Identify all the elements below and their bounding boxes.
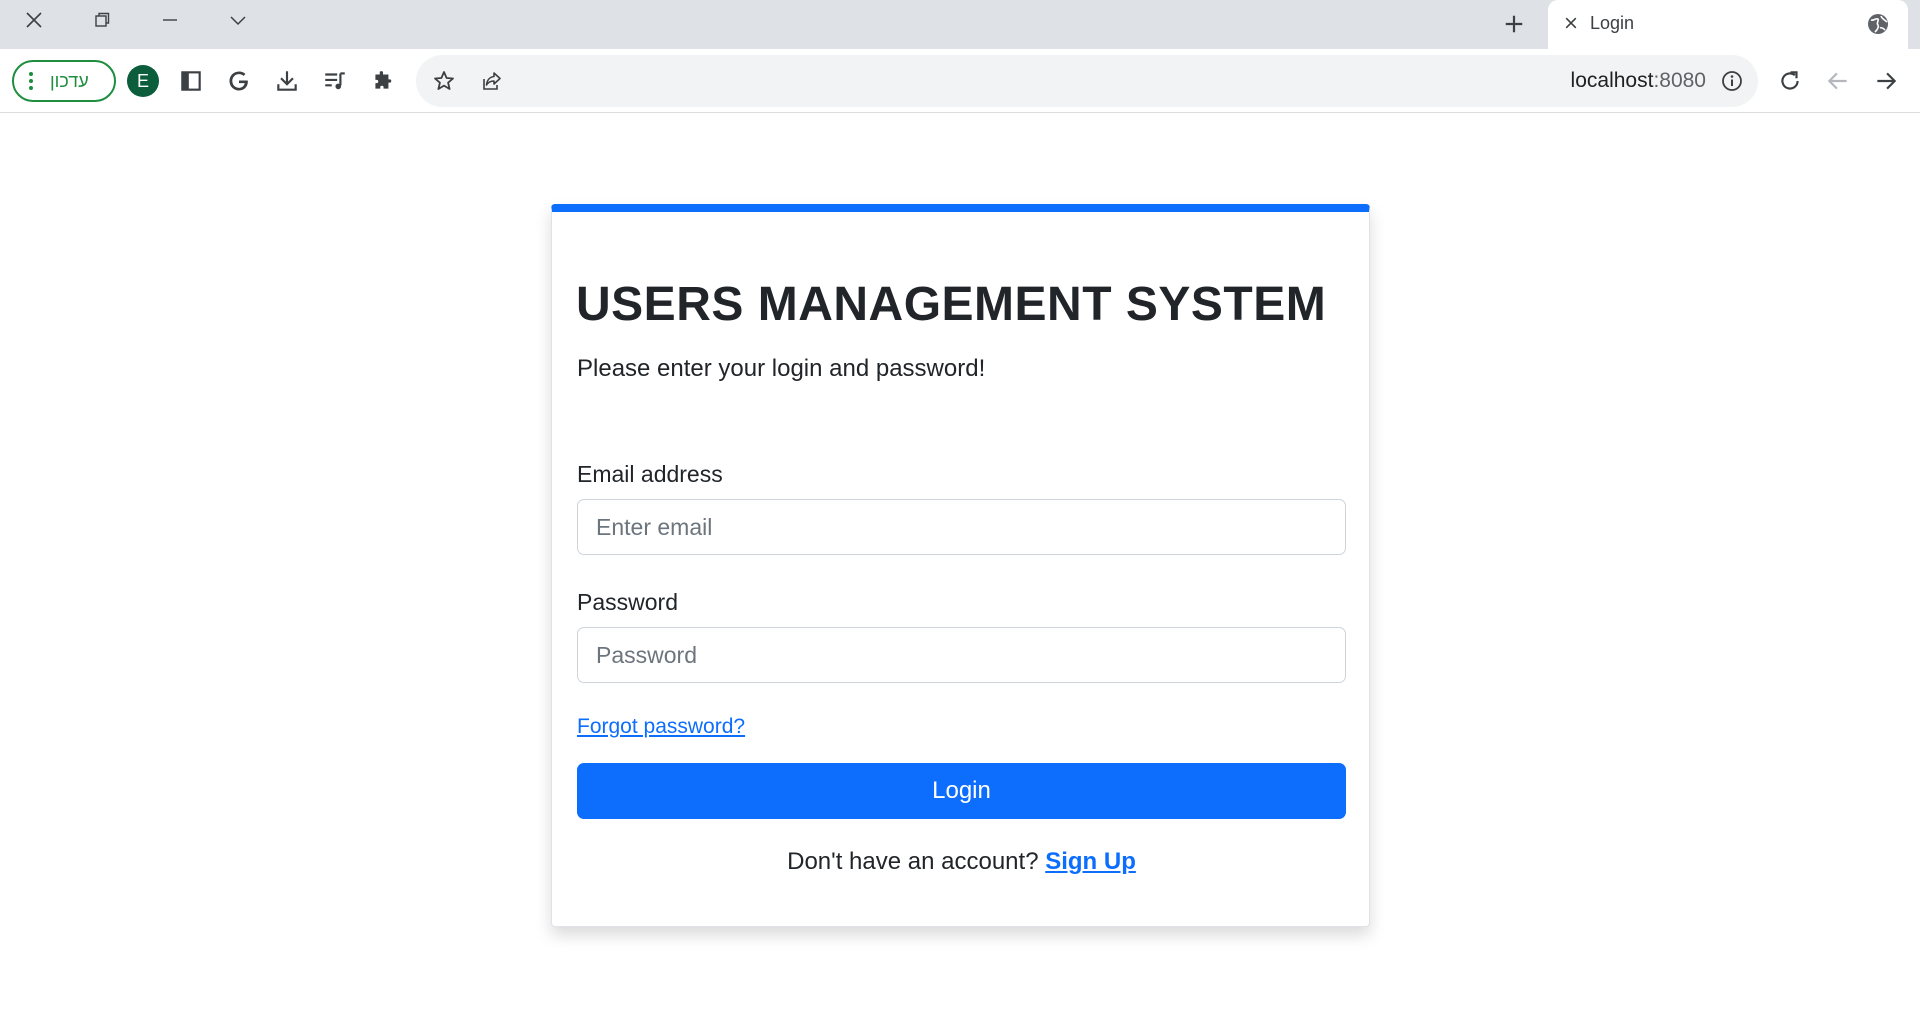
forgot-password-link[interactable]: Forgot password? (577, 715, 745, 739)
globe-icon (1866, 12, 1890, 36)
reading-list-icon (325, 72, 345, 90)
profile-avatar[interactable]: E (127, 65, 159, 97)
signup-prompt-text: Don't have an account? (787, 848, 1039, 875)
login-card: USERS MANAGEMENT SYSTEM Please enter you… (551, 204, 1370, 927)
reading-list-button[interactable] (319, 65, 351, 97)
new-tab-button[interactable] (1496, 8, 1532, 40)
signup-link[interactable]: Sign Up (1045, 848, 1136, 875)
extensions-icon (375, 71, 392, 89)
tab-search-button[interactable] (204, 0, 272, 40)
back-icon (1827, 72, 1847, 90)
tab-close-button[interactable] (1560, 12, 1582, 34)
share-button[interactable] (478, 67, 506, 95)
bookmark-star-icon (434, 71, 454, 90)
page-title: USERS MANAGEMENT SYSTEM (576, 278, 1327, 331)
address-bar[interactable]: localhost:8080 (416, 55, 1758, 107)
minimize-icon (163, 19, 177, 21)
forward-button[interactable] (1870, 65, 1902, 97)
download-icon (277, 71, 297, 91)
restore-icon (95, 12, 110, 27)
extensions-button[interactable] (367, 65, 399, 97)
bookmark-button[interactable] (430, 67, 458, 95)
login-button[interactable]: Login (577, 763, 1346, 819)
google-button[interactable] (223, 65, 255, 97)
password-field[interactable] (577, 627, 1346, 683)
update-button[interactable]: עדכון (12, 60, 116, 102)
site-info-icon (1722, 71, 1742, 91)
tab-search-icon (230, 16, 246, 26)
back-button[interactable] (1822, 65, 1854, 97)
site-info-button[interactable] (1718, 67, 1746, 95)
forward-icon (1877, 72, 1897, 90)
more-menu-icon (28, 72, 34, 90)
reload-button[interactable] (1774, 65, 1806, 97)
plus-icon (1505, 15, 1523, 33)
side-panel-button[interactable] (175, 65, 207, 97)
close-icon (26, 12, 42, 28)
restore-window-button[interactable] (68, 0, 136, 40)
url-text[interactable]: localhost:8080 (1571, 69, 1706, 93)
close-icon (1565, 17, 1577, 29)
browser-tabstrip: Login (0, 0, 1920, 49)
active-tab[interactable]: Login (1548, 0, 1908, 49)
browser-toolbar: עדכון E localhost:8080 (0, 49, 1920, 113)
minimize-window-button[interactable] (136, 0, 204, 40)
google-icon (229, 71, 248, 91)
url-port: :8080 (1653, 69, 1706, 92)
signup-prompt: Don't have an account? Sign Up (552, 848, 1371, 876)
email-label: Email address (577, 461, 723, 487)
downloads-button[interactable] (271, 65, 303, 97)
password-label: Password (577, 589, 678, 615)
page-subtitle: Please enter your login and password! (577, 355, 986, 382)
email-field[interactable] (577, 499, 1346, 555)
side-panel-icon (181, 71, 201, 91)
tab-title: Login (1590, 13, 1635, 33)
reload-icon (1781, 71, 1799, 90)
share-icon (483, 72, 501, 90)
url-host: localhost (1570, 69, 1654, 92)
update-label: עדכון (50, 70, 89, 91)
close-window-button[interactable] (0, 0, 68, 40)
